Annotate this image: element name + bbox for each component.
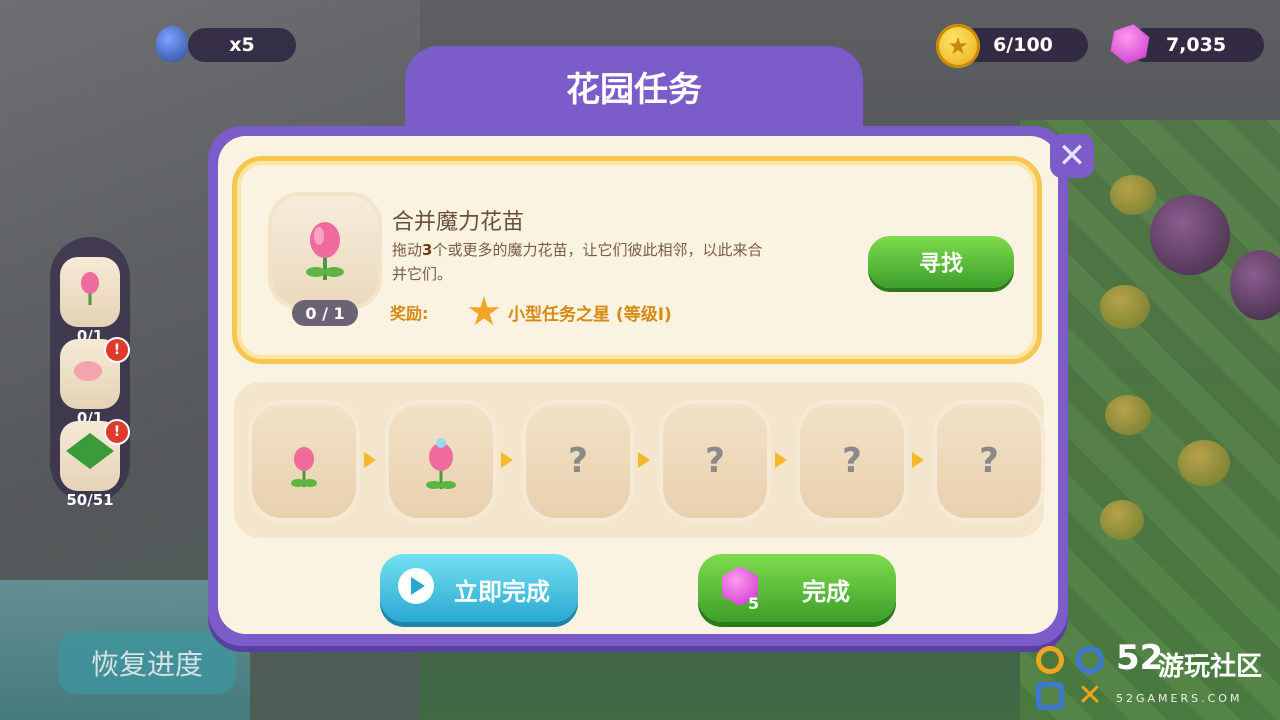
circle-logo-icon (1076, 646, 1104, 674)
watermark-url: 52GAMERS.COM (1116, 692, 1243, 705)
desc-suffix: 个或更多的魔力花苗，让它们彼此相邻，以此来合并它们。 (392, 241, 763, 283)
task-icon-box (272, 196, 378, 306)
task-progress: 0 / 1 (292, 300, 358, 326)
instant-complete-label: 立即完成 (454, 578, 550, 606)
chain-item-locked[interactable]: ? (800, 404, 904, 518)
restore-progress-button[interactable]: 恢复进度 (58, 632, 236, 694)
tulip-bud-icon (291, 447, 317, 487)
chain-arrow (364, 452, 376, 468)
complete-cost: 5 (748, 594, 760, 613)
watermark-number: 52 (1116, 638, 1164, 678)
chain-item-tulip-bloom[interactable] (389, 404, 493, 518)
side-task-slot[interactable]: 0/1 (60, 257, 120, 345)
site-watermark: ✕ 52 游玩社区 52GAMERS.COM (1032, 632, 1280, 720)
chain-item-locked[interactable]: ? (937, 404, 1041, 518)
chain-item-locked[interactable]: ? (526, 404, 630, 518)
desc-number: 3 (422, 241, 433, 259)
alert-badge: ! (104, 337, 130, 363)
watermark-text: 游玩社区 (1158, 652, 1263, 682)
reward-name: 小型任务之星 (等级I) (508, 305, 672, 325)
task-description: 拖动3个或更多的魔力花苗，让它们彼此相邻，以此来合并它们。 (392, 238, 772, 286)
chain-item-locked[interactable]: ? (663, 404, 767, 518)
task-side-panel: 0/1 0/1 ! 50/51 ! (50, 237, 130, 509)
egg-count: x5 (229, 34, 255, 56)
unknown-item-mark: ? (979, 441, 999, 481)
coin-pile (1100, 500, 1144, 540)
chain-arrow (912, 452, 924, 468)
desc-prefix: 拖动 (392, 241, 423, 259)
egg-counter: x5 (188, 28, 296, 62)
bush (1178, 440, 1230, 486)
complete-label: 完成 (802, 578, 850, 606)
coin-count: 6/100 (993, 34, 1053, 56)
chain-arrow (775, 452, 787, 468)
bush (1100, 285, 1150, 329)
reward-label: 奖励: (390, 304, 429, 323)
slot-count: 50/51 (66, 491, 114, 509)
unknown-item-mark: ? (568, 441, 588, 481)
gem-counter[interactable]: 7,035 (1128, 28, 1264, 62)
unknown-item-mark: ? (705, 441, 725, 481)
tulip-icon (306, 222, 344, 280)
bush (1105, 395, 1151, 435)
square-logo-icon (1036, 682, 1064, 710)
tulip-bloom-icon (426, 438, 456, 489)
task-name: 合并魔力花苗 (392, 210, 525, 235)
gem-count: 7,035 (1165, 34, 1227, 56)
purple-plant (1150, 195, 1230, 275)
play-video-icon (398, 568, 434, 604)
alert-badge: ! (104, 419, 130, 445)
close-button[interactable]: ✕ (1050, 134, 1094, 178)
circle-logo-icon (1036, 646, 1064, 674)
dialog-title-tab: 花园任务 (405, 46, 863, 136)
unknown-item-mark: ? (842, 441, 862, 481)
bush (1110, 175, 1156, 215)
egg-icon (156, 26, 188, 62)
tulip-icon (81, 272, 99, 305)
coin-icon: ★ (936, 24, 980, 68)
dialog-title: 花园任务 (566, 70, 702, 110)
chain-arrow (501, 452, 513, 468)
instant-complete-button[interactable]: 立即完成 (380, 554, 578, 622)
find-button[interactable]: 寻找 (868, 236, 1014, 288)
chain-item-tulip-bud[interactable] (252, 404, 356, 518)
complete-button[interactable]: 5 完成 (698, 554, 896, 622)
chain-arrow (638, 452, 650, 468)
cross-logo-icon: ✕ (1077, 678, 1103, 713)
